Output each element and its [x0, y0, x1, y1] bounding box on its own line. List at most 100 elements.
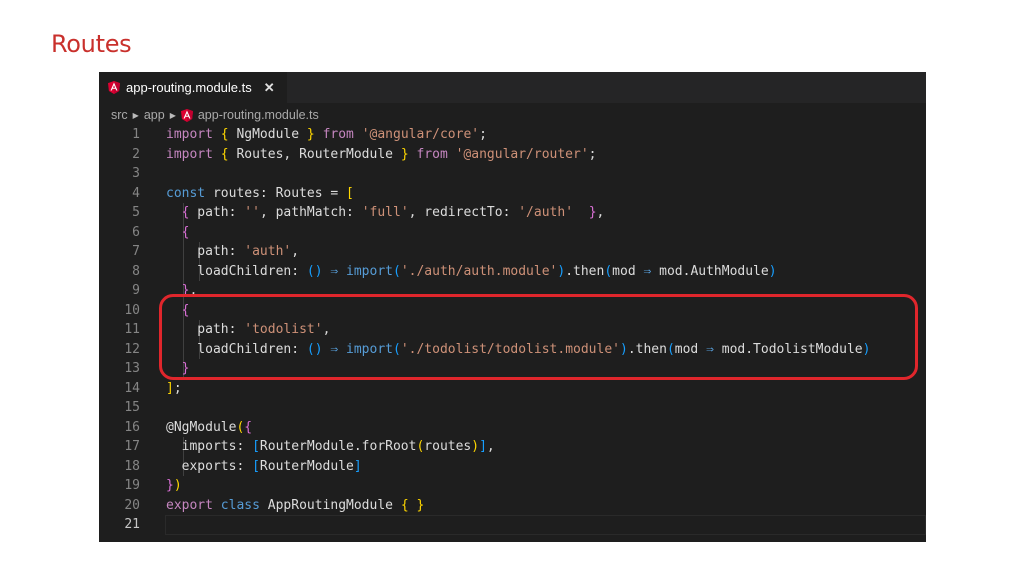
code-token: )	[768, 263, 777, 279]
line-number: 19	[124, 478, 140, 493]
close-icon[interactable]: ✕	[264, 80, 275, 96]
code-token: ]	[479, 439, 487, 454]
code-token: @NgModule	[166, 419, 237, 435]
breadcrumb-app[interactable]: app	[144, 108, 165, 122]
angular-icon	[180, 108, 193, 122]
code-text: {	[166, 223, 190, 243]
line-number: 3	[132, 166, 140, 181]
code-token: ,	[486, 439, 495, 454]
code-token: '@angular/core'	[361, 127, 480, 142]
chevron-right-icon: ▶	[169, 110, 176, 120]
code-token: {	[220, 146, 229, 162]
line-number: 5	[132, 205, 140, 220]
code-token: {	[220, 127, 229, 142]
line-number: 8	[132, 263, 140, 279]
code-token: exports:	[166, 458, 253, 474]
code-line[interactable]: 7 path: 'auth',	[99, 242, 926, 262]
code-text: ];	[166, 379, 182, 399]
line-number: 6	[132, 224, 140, 240]
code-line[interactable]: 1 import { NgModule } from '@angular/core…	[99, 125, 926, 145]
code-line[interactable]: 19})	[99, 476, 926, 496]
code-line[interactable]: 15	[99, 398, 926, 418]
code-line[interactable]: 6 {	[99, 223, 926, 243]
line-number: 16	[124, 419, 140, 435]
code-token: {	[244, 419, 253, 435]
code-token: {	[181, 224, 190, 240]
line-number: 20	[124, 497, 140, 513]
code-token: , pathMatch:	[259, 205, 362, 220]
code-token: )	[173, 478, 182, 493]
code-token: '@angular/router'	[455, 146, 589, 162]
current-line-highlight	[165, 515, 926, 535]
code-line[interactable]: 18 exports: [RouterModule]	[99, 457, 926, 477]
angular-icon	[108, 81, 120, 94]
code-line[interactable]: 20 export class AppRoutingModule { }	[99, 496, 926, 516]
code-token: 'full'	[361, 205, 409, 220]
code-text: @NgModule({	[166, 418, 252, 438]
code-token: [	[346, 185, 354, 201]
breadcrumb: src ▶ app ▶ app-routing.module.ts	[111, 106, 319, 124]
code-token: }	[306, 127, 315, 142]
code-line[interactable]: 21	[99, 515, 926, 535]
code-token: imports:	[166, 439, 253, 454]
code-line[interactable]: 3	[99, 164, 926, 184]
code-token: [	[252, 458, 260, 474]
code-token: , redirectTo:	[408, 205, 519, 220]
code-token: const	[166, 185, 206, 201]
code-token: )	[471, 439, 480, 454]
breadcrumb-src[interactable]: src	[111, 108, 128, 122]
code-line[interactable]: 4 const routes: Routes = [	[99, 184, 926, 204]
code-token: Routes, RouterModule	[228, 146, 401, 162]
line-number: 12	[124, 341, 140, 357]
code-token: {	[400, 497, 409, 513]
code-token: '/auth'	[518, 205, 574, 220]
code-token: class	[220, 497, 260, 513]
code-text: })	[166, 476, 182, 496]
code-token: ]	[353, 458, 362, 474]
line-number: 18	[124, 458, 140, 474]
code-token: RouterModule	[259, 458, 354, 474]
code-token: }	[166, 478, 174, 493]
code-token: }	[416, 497, 425, 513]
slide-title: Routes	[51, 30, 132, 58]
line-number: 7	[132, 244, 140, 259]
code-token: ;	[588, 146, 597, 162]
code-text: import { NgModule } from '@angular/core'…	[166, 125, 487, 145]
breadcrumb-file[interactable]: app-routing.module.ts	[198, 108, 319, 122]
code-token: import	[166, 146, 213, 162]
line-number: 2	[132, 146, 140, 162]
code-token: ]	[166, 380, 174, 396]
code-token: mod.AuthModule	[651, 263, 769, 279]
code-line[interactable]: 2 import { Routes, RouterModule } from '@…	[99, 145, 926, 165]
code-line[interactable]: 14];	[99, 379, 926, 399]
code-token: './auth/auth.module'	[400, 263, 558, 279]
code-line[interactable]: 5 { path: '', pathMatch: 'full', redirec…	[99, 203, 926, 223]
code-token: ,	[596, 205, 605, 220]
code-token: path:	[166, 244, 245, 259]
code-line[interactable]: 17 imports: [RouterModule.forRoot(routes…	[99, 437, 926, 457]
line-number: 9	[132, 283, 140, 298]
code-token: mod	[612, 263, 644, 279]
code-text: exports: [RouterModule]	[166, 457, 362, 477]
tab-label: app-routing.module.ts	[126, 80, 252, 95]
code-line[interactable]: 8 loadChildren: () ⇒ import('./auth/auth…	[99, 262, 926, 282]
code-token: .then	[565, 263, 605, 279]
code-token: }	[588, 205, 597, 220]
highlight-annotation	[159, 294, 918, 380]
tab-app-routing-module[interactable]: app-routing.module.ts ✕	[99, 72, 287, 103]
code-token: path:	[189, 205, 245, 220]
code-text: path: 'auth',	[166, 242, 299, 262]
code-token: NgModule	[228, 127, 307, 142]
code-token: AppRoutingModule	[259, 497, 401, 513]
code-token: ()	[306, 263, 323, 279]
line-number: 1	[132, 127, 140, 142]
code-token: import	[346, 263, 393, 279]
code-line[interactable]: 16 @NgModule({	[99, 418, 926, 438]
code-text: imports: [RouterModule.forRoot(routes)],	[166, 437, 495, 457]
code-token: [	[252, 439, 260, 454]
